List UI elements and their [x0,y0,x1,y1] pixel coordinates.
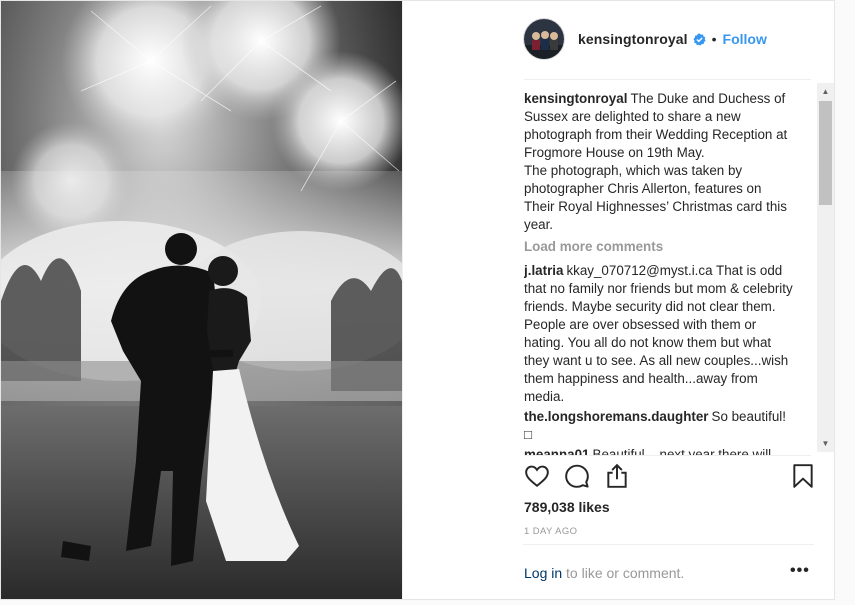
post-photo[interactable] [1,1,402,599]
post-username[interactable]: kensingtonroyal [578,31,688,47]
caption-comment: kensingtonroyal The Duke and Duchess of S… [524,90,811,234]
list-item: meanna01 Beautiful... next year there wil… [524,446,811,456]
share-icon[interactable] [604,463,632,491]
more-options-icon[interactable]: ••• [790,562,810,580]
likes-count[interactable]: 789,038 likes [524,499,610,515]
post-header: kensingtonroyal • Follow [401,0,833,78]
post-timestamp[interactable]: 1 DAY AGO [524,526,577,537]
login-prompt-text: to like or comment. [562,565,685,581]
comment-username[interactable]: j.latria [524,263,563,278]
action-bar [524,463,814,493]
scrollbar-thumb[interactable] [819,101,832,205]
comment-bubble-icon[interactable] [564,463,592,491]
verified-badge-icon [693,32,706,46]
comment-username[interactable]: kensingtonroyal [524,91,627,106]
load-more-comments-button[interactable]: Load more comments [524,238,811,256]
comments-list[interactable]: kensingtonroyal The Duke and Duchess of S… [524,79,811,456]
list-item: j.latria kkay_070712@myst.i.ca That is od… [524,262,811,406]
list-item: the.longshoremans.daughter So beautiful! … [524,408,811,444]
comment-text-continued: The photograph, which was taken by photo… [524,163,787,232]
scroll-up-arrow-icon[interactable]: ▲ [817,83,834,100]
fireworks-photo-image [1,1,402,599]
avatar-image [524,19,564,59]
scroll-down-arrow-icon[interactable]: ▼ [817,435,834,452]
follow-button[interactable]: Follow [723,31,767,47]
bookmark-icon[interactable] [790,463,818,491]
profile-avatar[interactable] [523,18,565,60]
comment-text: kkay_070712@myst.i.ca That is odd that n… [524,263,793,404]
header-separator: • [711,31,717,47]
comment-username[interactable]: meanna01 [524,447,590,455]
login-link[interactable]: Log in [524,565,562,581]
comment-username[interactable]: the.longshoremans.daughter [524,409,709,424]
login-prompt: Log in to like or comment. [524,565,684,581]
comments-scrollbar[interactable]: ▲ ▼ [817,83,834,452]
heart-icon[interactable] [524,463,552,491]
comment-text: Beautiful... next year there will [592,447,772,456]
